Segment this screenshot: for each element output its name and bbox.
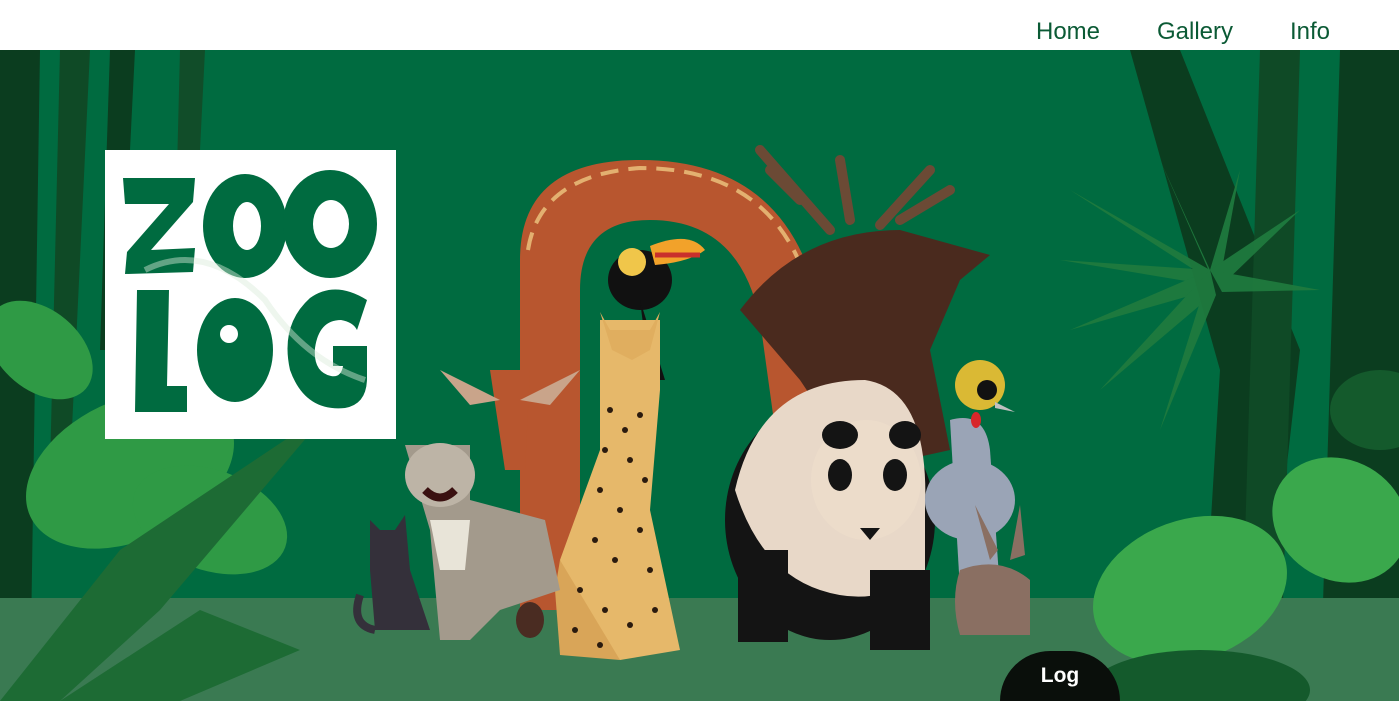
hero-banner	[0, 50, 1399, 701]
nav-info-link[interactable]: Info	[1290, 18, 1330, 46]
nav-home-link[interactable]: Home	[1036, 18, 1100, 46]
zoolog-logo[interactable]	[105, 150, 396, 439]
top-navigation-bar: Home Gallery Info	[0, 0, 1399, 50]
zoolog-logo-mark	[123, 170, 377, 412]
nav-gallery-link[interactable]: Gallery	[1157, 18, 1233, 46]
